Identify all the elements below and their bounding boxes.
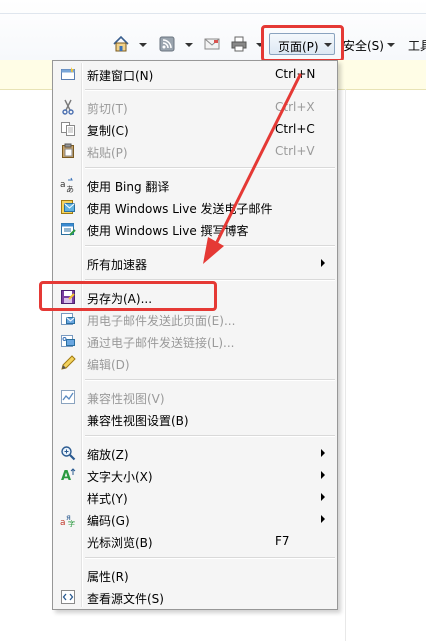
annotation-arrow xyxy=(203,73,302,264)
